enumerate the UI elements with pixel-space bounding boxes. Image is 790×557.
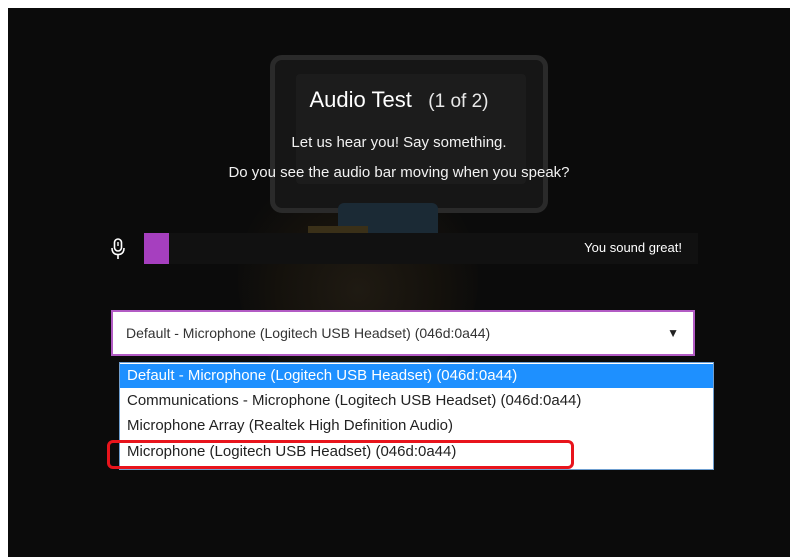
dialog-title: Audio Test xyxy=(309,87,412,112)
audio-level-fill xyxy=(144,233,169,264)
microphone-icon xyxy=(111,238,125,259)
audio-level-meter: You sound great! xyxy=(144,233,698,264)
prompt-line-1: Let us hear you! Say something. xyxy=(291,134,507,151)
annotation-highlight-box xyxy=(107,440,574,469)
microphone-select[interactable]: Default - Microphone (Logitech USB Heads… xyxy=(111,310,695,356)
audio-test-screen: Audio Test (1 of 2) Let us hear you! Say… xyxy=(8,8,790,557)
step-count: (1 of 2) xyxy=(428,91,489,112)
prompt-line-2: Do you see the audio bar moving when you… xyxy=(228,164,570,181)
microphone-option[interactable]: Communications - Microphone (Logitech US… xyxy=(120,389,713,413)
dialog-title-row: Audio Test (1 of 2) xyxy=(8,87,790,113)
dropdown-arrow-icon[interactable]: ▼ xyxy=(667,326,679,340)
microphone-option[interactable]: Default - Microphone (Logitech USB Heads… xyxy=(120,364,713,388)
audio-status-text: You sound great! xyxy=(584,240,682,255)
microphone-option[interactable]: Microphone Array (Realtek High Definitio… xyxy=(120,414,713,438)
microphone-select-value: Default - Microphone (Logitech USB Heads… xyxy=(126,325,491,341)
